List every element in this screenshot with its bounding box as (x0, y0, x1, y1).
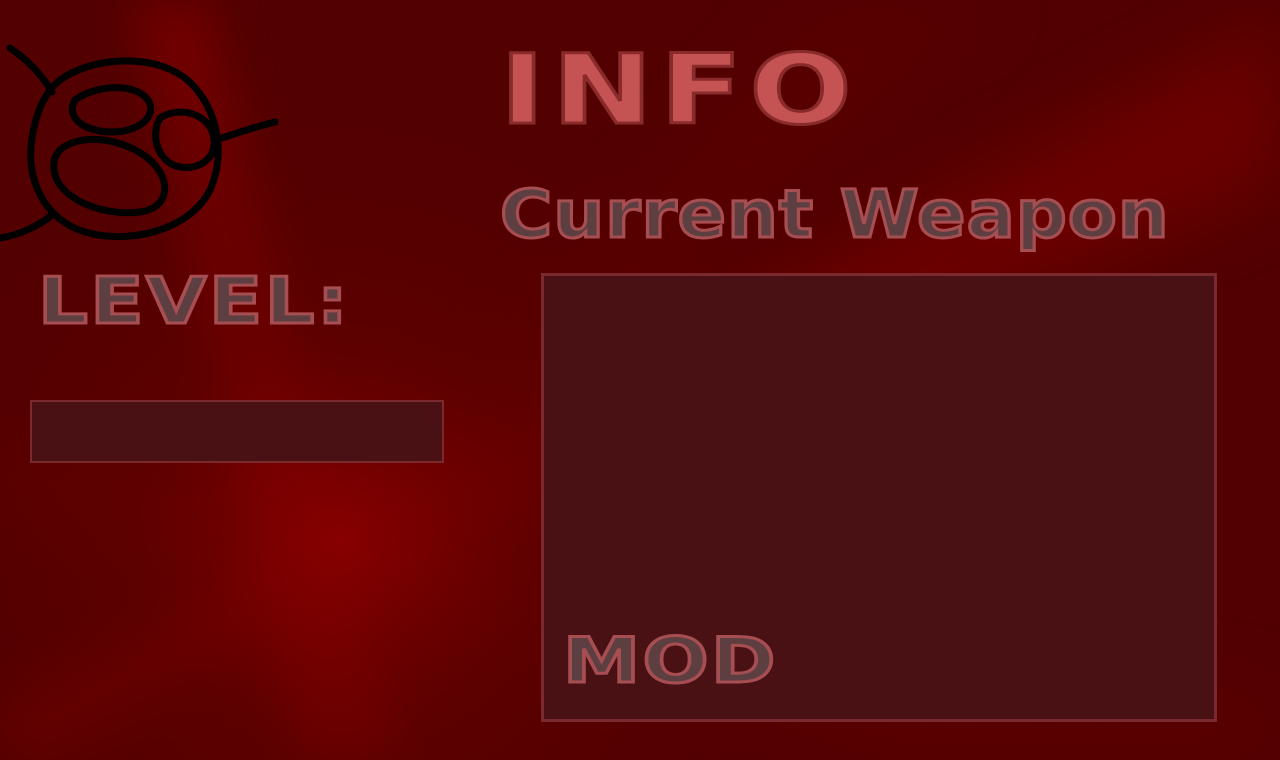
mod-label[interactable]: MOD (561, 628, 778, 693)
info-title: INFO (498, 34, 860, 146)
level-label: LEVEL: (36, 265, 351, 339)
level-bar (30, 400, 444, 463)
doodle-face-logo-icon (0, 44, 279, 242)
current-weapon-title: Current Weapon (498, 176, 1170, 253)
